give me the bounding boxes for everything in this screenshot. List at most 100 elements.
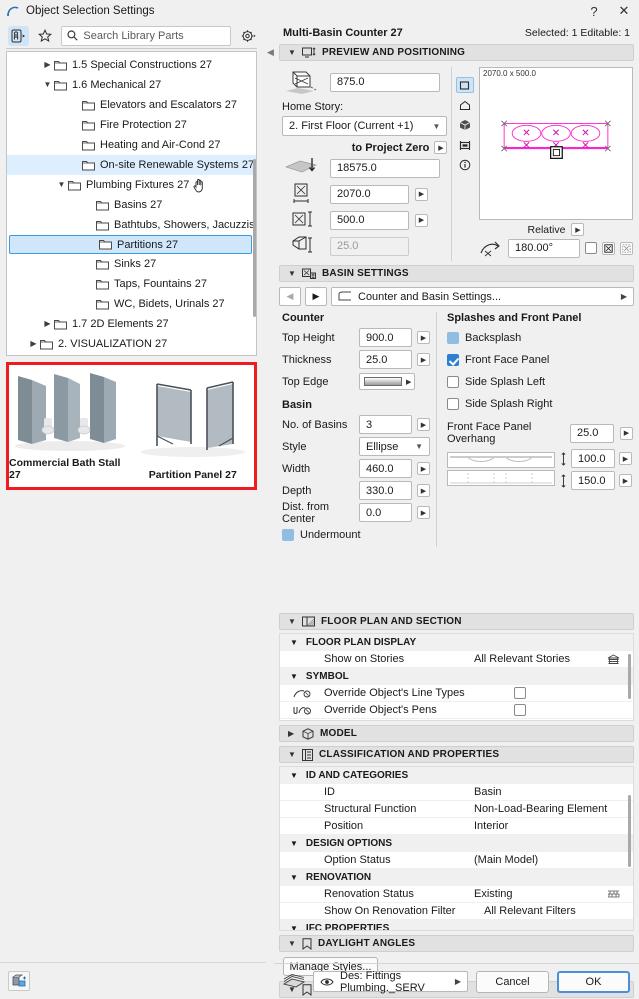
basin-width-stepper[interactable]: ▶ [417, 462, 430, 475]
table-row[interactable]: Renovation Status Existing [280, 886, 633, 903]
section-header-floor-plan[interactable]: ▼ FLOOR PLAN AND SECTION [279, 613, 634, 630]
basin-depth-stepper[interactable]: ▶ [417, 484, 430, 497]
tree-item-4-add-on-library-27[interactable]: ▶4. ADD-ON LIBRARY 27 [7, 354, 256, 355]
tree-item-on-site-renewable-systems-27[interactable]: On-site Renewable Systems 27 [7, 155, 256, 175]
help-button[interactable]: ? [579, 0, 609, 22]
section-header-basin-settings[interactable]: ▼ BASIN SETTINGS [279, 265, 634, 282]
relative-stepper[interactable]: ▶ [571, 223, 585, 236]
chevron-down-icon[interactable]: ▼ [41, 81, 54, 89]
cancel-button[interactable]: Cancel [476, 970, 549, 993]
list-item[interactable]: Partition Panel 27 [132, 365, 255, 487]
chevron-right-icon[interactable]: ▶ [41, 61, 54, 69]
library-browse-icon[interactable] [8, 25, 29, 46]
panel-splitter[interactable]: ◀ [266, 22, 274, 999]
backsplash-row[interactable]: Backsplash [447, 328, 633, 347]
settings-page-select[interactable]: Counter and Basin Settings... ▶ [331, 287, 634, 306]
section-header-daylight-angles[interactable]: ▼ DAYLIGHT ANGLES [279, 935, 634, 952]
tree-item-partitions-27[interactable]: Partitions 27 [9, 235, 252, 254]
table-row[interactable]: Show on Stories All Relevant Stories [280, 651, 633, 668]
depth-field[interactable]: 500.0 [330, 210, 409, 230]
front-face-panel-checkbox[interactable] [447, 353, 459, 366]
table-row[interactable]: Structural Function Non-Load-Bearing Ele… [280, 801, 633, 818]
close-icon[interactable]: ✕ [609, 0, 639, 22]
info-icon[interactable] [456, 157, 474, 173]
overhang-field[interactable]: 25.0 [570, 423, 614, 443]
layers-icon[interactable] [283, 973, 305, 990]
project-zero-field[interactable]: 18575.0 [330, 158, 440, 178]
next-page-button[interactable]: ▶ [305, 287, 327, 306]
override-pens-checkbox[interactable] [514, 703, 633, 717]
table-row[interactable]: Show On Renovation Filter All Relevant F… [280, 903, 633, 920]
depth-stepper[interactable]: ▶ [415, 213, 428, 227]
table-row[interactable]: Override Object's Pens [280, 702, 633, 719]
search-input[interactable] [83, 29, 226, 42]
renovation-icon[interactable] [593, 889, 633, 900]
backsplash-checkbox[interactable] [447, 331, 459, 344]
override-line-types-checkbox[interactable] [514, 686, 633, 700]
counter-thickness-field[interactable]: 25.0 [359, 350, 412, 369]
group-header-symbol[interactable]: ▼ SYMBOL [280, 668, 633, 685]
counter-thickness-stepper[interactable]: ▶ [417, 353, 430, 366]
group-header-ifc-properties[interactable]: ▼ IFC PROPERTIES [280, 920, 633, 930]
elevation-field[interactable]: 875.0 [330, 72, 440, 92]
dim-bottom-stepper[interactable]: ▶ [619, 474, 632, 487]
top-height-field[interactable]: 900.0 [359, 328, 412, 347]
plan-view-icon[interactable] [455, 77, 474, 93]
stories-icon[interactable] [593, 653, 633, 665]
chevron-right-icon[interactable]: ▶ [455, 977, 461, 986]
chevron-right-icon[interactable]: ▶ [621, 292, 627, 301]
top-height-stepper[interactable]: ▶ [417, 331, 430, 344]
undermount-row[interactable]: Undermount [282, 525, 430, 544]
undermount-checkbox[interactable] [282, 528, 294, 541]
section-header-model[interactable]: ▶ MODEL [279, 725, 634, 742]
front-face-panel-row[interactable]: Front Face Panel [447, 350, 633, 369]
dim-top-stepper[interactable]: ▶ [619, 452, 632, 465]
table-row[interactable]: Position Interior [280, 818, 633, 835]
table-row[interactable]: Override Object's Line Types [280, 685, 633, 702]
section-header-classification[interactable]: ▼ CLASSIFICATION AND PROPERTIES [279, 746, 634, 763]
collapse-arrow-icon[interactable]: ◀ [267, 47, 274, 58]
group-header-design-options[interactable]: ▼ DESIGN OPTIONS [280, 835, 633, 852]
chevron-right-icon[interactable]: ▶ [41, 320, 54, 328]
dist-from-center-stepper[interactable]: ▶ [417, 506, 430, 519]
dist-from-center-field[interactable]: 0.0 [359, 503, 412, 522]
side-splash-left-row[interactable]: Side Splash Left [447, 372, 633, 391]
project-zero-stepper[interactable]: ▶ [434, 141, 448, 154]
dim-bottom-field[interactable]: 150.0 [571, 471, 615, 490]
tree-item-sinks-27[interactable]: Sinks 27 [7, 254, 256, 274]
list-item[interactable]: Commercial Bath Stall 27 [9, 365, 132, 487]
section-header-preview-positioning[interactable]: ▼ PREVIEW AND POSITIONING [279, 44, 634, 61]
top-edge-swatch[interactable]: ▶ [359, 373, 415, 390]
tree-item-taps-fountains-27[interactable]: Taps, Fountains 27 [7, 274, 256, 294]
tree-item-plumbing-fixtures-27[interactable]: ▼ Plumbing Fixtures 27 [7, 175, 256, 195]
table-row[interactable]: Symbol Lines Solid Line [280, 719, 633, 720]
previous-page-button[interactable]: ◀ [279, 287, 301, 306]
group-header-floor-plan-display[interactable]: ▼ FLOOR PLAN DISPLAY [280, 634, 633, 651]
group-header-renovation[interactable]: ▼ RENOVATION [280, 869, 633, 886]
tree-item-1-6-mechanical-27[interactable]: ▼ 1.6 Mechanical 27 [7, 75, 256, 95]
chevron-right-icon[interactable]: ▶ [27, 340, 40, 348]
basin-style-select[interactable]: Ellipse ▼ [359, 437, 430, 456]
angle-mode-fixed-icon[interactable] [602, 241, 615, 255]
no-of-basins-stepper[interactable]: ▶ [417, 418, 430, 431]
tree-item-1-5-special-constructions-27[interactable]: ▶ 1.5 Special Constructions 27 [7, 55, 256, 75]
home-story-select[interactable]: 2. First Floor (Current +1) ▼ [282, 116, 448, 136]
overhang-stepper[interactable]: ▶ [620, 426, 633, 440]
manage-libraries-icon[interactable] [8, 971, 30, 991]
star-icon[interactable] [35, 26, 56, 46]
search-input-wrapper[interactable] [61, 25, 232, 46]
table-row[interactable]: Option Status (Main Model) [280, 852, 633, 869]
section-view-icon[interactable] [456, 137, 474, 153]
floor-plan-list-scrollbar[interactable] [628, 654, 631, 699]
tree-item-1-7-2d-elements-27[interactable]: ▶ 1.7 2D Elements 27 [7, 314, 256, 334]
library-tree-scrollbar[interactable] [253, 159, 256, 317]
angle-field[interactable]: 180.00° [508, 238, 580, 258]
ok-button[interactable]: OK [557, 970, 630, 993]
tree-item-2-visualization-27[interactable]: ▶ 2. VISUALIZATION 27 [7, 334, 256, 354]
gear-icon[interactable] [237, 26, 260, 46]
basin-depth-field[interactable]: 330.0 [359, 481, 412, 500]
classification-list-scrollbar[interactable] [628, 795, 631, 867]
tree-item-wc-bidets-urinals-27[interactable]: WC, Bidets, Urinals 27 [7, 294, 256, 314]
layer-select[interactable]: Des: Fittings Plumbing._SERV ▶ [313, 970, 468, 994]
library-thumbnail-pane[interactable]: Commercial Bath Stall 27 Partition Panel… [6, 362, 257, 490]
